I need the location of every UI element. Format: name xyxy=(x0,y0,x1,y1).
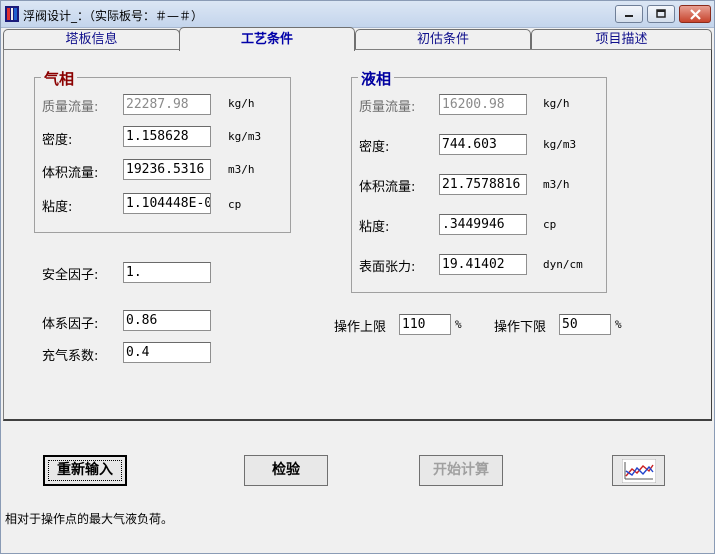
tab-process-conditions[interactable]: 工艺条件 xyxy=(179,27,355,51)
liquid-density-field[interactable]: 744.603 xyxy=(439,134,527,155)
operation-lower-label: 操作下限 xyxy=(494,320,547,335)
gas-volume-flow-field[interactable]: 19236.5316 xyxy=(123,159,211,180)
close-icon xyxy=(689,8,701,20)
gas-volume-flow-unit: m3/h xyxy=(228,163,255,176)
window-title: 浮阀设计_：（实际板号：＃—＃） xyxy=(23,9,204,23)
liquid-volume-flow-field[interactable]: 21.7578816 xyxy=(439,174,527,195)
system-factor-field[interactable]: 0.86 xyxy=(123,310,211,331)
app-icon[interactable] xyxy=(5,6,19,22)
minimize-icon xyxy=(625,15,633,17)
start-calculation-button[interactable]: 开始计算 xyxy=(419,455,503,486)
minimize-button[interactable] xyxy=(615,5,643,23)
gas-mass-flow-label: 质量流量: xyxy=(42,100,99,115)
liquid-mass-flow-field[interactable]: 16200.98 xyxy=(439,94,527,115)
liquid-surface-tension-label: 表面张力: xyxy=(359,260,416,275)
main-window: 浮阀设计_：（实际板号：＃—＃） 塔板信息 工艺条件 初估条件 项目描述 气相 … xyxy=(0,0,715,554)
operation-upper-label: 操作上限 xyxy=(334,320,387,335)
liquid-viscosity-field[interactable]: .3449946 xyxy=(439,214,527,235)
title-bar[interactable]: 浮阀设计_：（实际板号：＃—＃） xyxy=(1,1,714,28)
chart-icon xyxy=(622,459,656,483)
liquid-volume-flow-unit: m3/h xyxy=(543,178,570,191)
gas-density-field[interactable]: 1.158628 xyxy=(123,126,211,147)
tab-initial-estimate[interactable]: 初估条件 xyxy=(355,29,531,50)
operation-upper-field[interactable]: 110 xyxy=(399,314,451,335)
start-calculation-label: 开始计算 xyxy=(433,462,489,478)
chart-button[interactable] xyxy=(612,455,665,486)
tab-project-description[interactable]: 项目描述 xyxy=(531,29,712,50)
check-button[interactable]: 检验 xyxy=(244,455,328,486)
operation-upper-unit: % xyxy=(455,318,462,331)
operation-lower-field[interactable]: 50 xyxy=(559,314,611,335)
liquid-volume-flow-label: 体积流量: xyxy=(359,180,416,195)
liquid-viscosity-unit: cp xyxy=(543,218,557,231)
maximize-icon xyxy=(656,9,666,18)
gas-density-unit: kg/m3 xyxy=(228,130,262,143)
operation-lower-unit: % xyxy=(615,318,622,331)
liquid-surface-tension-field[interactable]: 19.41402 xyxy=(439,254,527,275)
liquid-surface-tension-unit: dyn/cm xyxy=(543,258,583,271)
liquid-mass-flow-label: 质量流量: xyxy=(359,100,416,115)
liquid-mass-flow-unit: kg/h xyxy=(543,97,570,110)
gas-viscosity-label: 粘度: xyxy=(42,200,73,215)
tab-tray-info[interactable]: 塔板信息 xyxy=(3,29,180,50)
gas-volume-flow-label: 体积流量: xyxy=(42,166,99,181)
safety-factor-label: 安全因子: xyxy=(42,268,99,283)
check-button-label: 检验 xyxy=(272,462,300,478)
safety-factor-field[interactable]: 1. xyxy=(123,262,211,283)
liquid-density-unit: kg/m3 xyxy=(543,138,577,151)
gas-viscosity-field[interactable]: 1.104448E-0 xyxy=(123,193,211,214)
liquid-density-label: 密度: xyxy=(359,140,390,155)
reset-button[interactable]: 重新输入 xyxy=(43,455,127,486)
gas-mass-flow-unit: kg/h xyxy=(228,97,255,110)
gas-mass-flow-field[interactable]: 22287.98 xyxy=(123,94,211,115)
aeration-factor-label: 充气系数: xyxy=(42,349,99,364)
focus-rect xyxy=(48,460,122,481)
liquid-viscosity-label: 粘度: xyxy=(359,220,390,235)
gas-density-label: 密度: xyxy=(42,133,73,148)
gas-viscosity-unit: cp xyxy=(228,198,242,211)
gas-phase-title: 气相 xyxy=(41,68,78,89)
aeration-factor-field[interactable]: 0.4 xyxy=(123,342,211,363)
system-factor-label: 体系因子: xyxy=(42,317,99,332)
maximize-button[interactable] xyxy=(647,5,675,23)
status-text: 相对于操作点的最大气液负荷。 xyxy=(5,512,174,526)
close-button[interactable] xyxy=(679,5,711,23)
liquid-phase-title: 液相 xyxy=(358,68,395,89)
